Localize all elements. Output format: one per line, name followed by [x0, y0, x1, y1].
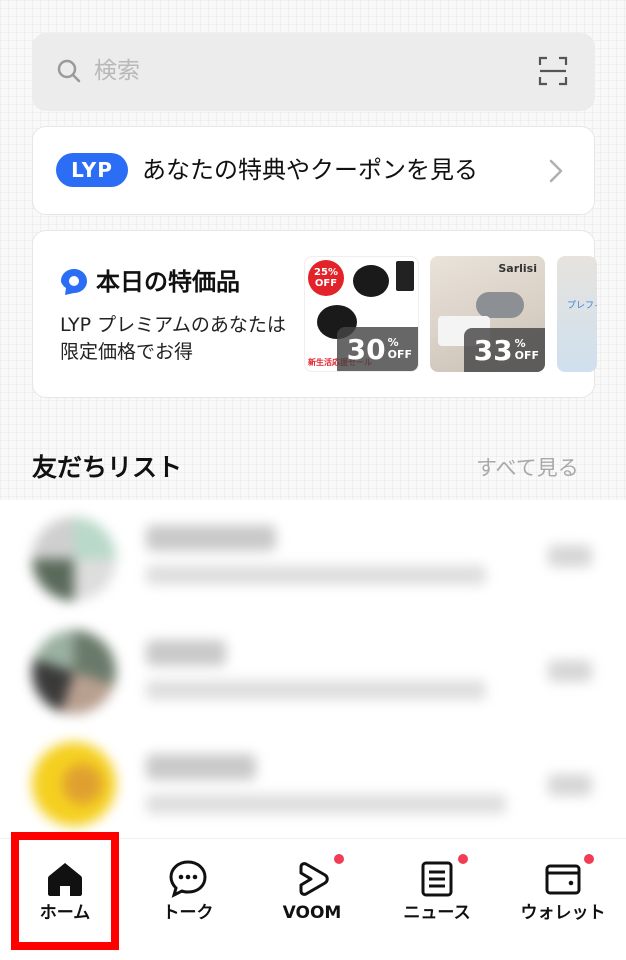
tab-label: ニュース [403, 903, 471, 923]
avatar [32, 517, 116, 601]
badge-percent: 25% [314, 267, 338, 278]
friends-list-title: 友だちリスト [32, 453, 183, 482]
lyp-logo: LYP [56, 153, 128, 187]
discount-value: 30 [346, 332, 386, 366]
tab-news[interactable]: ニュース [382, 852, 492, 944]
badge-off: OFF [314, 278, 338, 289]
chevron-right-icon [546, 158, 566, 184]
row-title [146, 754, 256, 780]
avatar [32, 630, 116, 714]
search-icon [56, 58, 82, 84]
deal-item-label: プレフィ [567, 301, 597, 311]
wallet-icon [542, 858, 584, 900]
home-tab-highlight [11, 832, 119, 950]
deal-item-hairdryer[interactable]: Sarlisi 33 % OFF [430, 256, 545, 372]
friend-group-row[interactable] [0, 732, 626, 842]
discount-label: 30 % OFF [336, 327, 418, 371]
row-count [548, 660, 592, 682]
deals-title: 本日の特価品 [96, 268, 240, 296]
friend-group-row[interactable] [0, 618, 626, 728]
brand-label: Sarlisi [498, 262, 537, 275]
hairdryer-image [476, 292, 524, 318]
discount-off: OFF [514, 349, 539, 362]
discount-off: OFF [387, 348, 412, 361]
notification-dot [458, 854, 468, 864]
row-subtitle [146, 565, 486, 585]
lyp-banner-text[interactable]: あなたの特典やクーポンを見る [142, 152, 478, 188]
deal-item-partial[interactable]: プレフィ [557, 256, 597, 372]
discount-value: 33 [473, 333, 513, 367]
friend-group-row[interactable] [0, 505, 626, 615]
deal-item-earbuds[interactable]: 25% OFF 新生活応援セール 30 %OFF [304, 256, 419, 372]
qr-scan-icon[interactable] [538, 56, 568, 86]
row-count [548, 774, 592, 796]
tab-label: トーク [162, 903, 214, 923]
tab-talk[interactable]: トーク [133, 852, 243, 944]
deals-description: LYP プレミアムのあなたは限定価格でお得 [60, 314, 286, 363]
notification-dot [334, 854, 344, 864]
row-title [146, 640, 226, 666]
see-all-link[interactable]: すべて見る [476, 452, 579, 484]
chat-bubble-icon [167, 858, 209, 900]
voom-play-icon [291, 858, 333, 900]
discount-label: 33 % OFF [463, 328, 545, 372]
row-subtitle [146, 794, 506, 814]
notification-dot [584, 854, 594, 864]
hires-logo [396, 261, 414, 291]
tab-voom[interactable]: VOOM [257, 852, 367, 944]
avatar [32, 742, 116, 826]
row-count [548, 545, 592, 567]
earbud-image [353, 265, 389, 297]
search-input[interactable]: 検索 [94, 52, 140, 90]
tab-label: ウォレット [520, 903, 606, 923]
tab-label: VOOM [282, 903, 342, 923]
tab-wallet[interactable]: ウォレット [508, 852, 618, 944]
row-subtitle [146, 680, 486, 700]
lyp-premium-icon [60, 268, 88, 296]
discount-badge: 25% OFF [308, 260, 344, 296]
news-icon [416, 858, 458, 900]
row-title [146, 525, 276, 551]
